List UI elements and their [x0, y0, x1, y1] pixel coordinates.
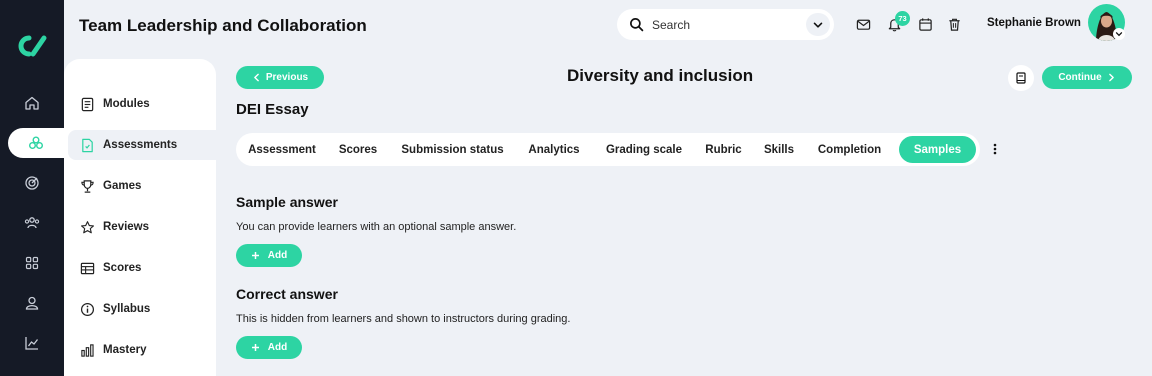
calendar-button[interactable]	[917, 16, 933, 32]
sidebar-item-label: Reviews	[103, 221, 150, 233]
star-icon	[81, 220, 94, 233]
correct-answer-heading: Correct answer	[236, 286, 338, 302]
trophy-icon	[81, 179, 94, 193]
book-icon	[1016, 72, 1026, 84]
tab-grading-scale[interactable]: Grading scale	[598, 136, 690, 163]
previous-button[interactable]: Previous	[236, 66, 324, 89]
assessment-doc-icon	[82, 138, 93, 152]
add-label: Add	[267, 250, 288, 261]
sidebar-item-syllabus[interactable]: Syllabus	[68, 294, 216, 324]
rail-item-learning[interactable]	[8, 128, 64, 158]
user-name[interactable]: Stephanie Brown	[987, 17, 1081, 29]
chevron-down-icon	[1115, 32, 1123, 37]
sample-answer-heading: Sample answer	[236, 194, 338, 210]
rail-item-home[interactable]	[0, 88, 64, 118]
people-icon	[24, 217, 40, 229]
notification-count-badge: 73	[895, 11, 910, 26]
tab-samples[interactable]: Samples	[899, 136, 976, 163]
rail-item-apps[interactable]	[0, 248, 64, 278]
sidebar-item-label: Modules	[103, 98, 150, 110]
search-icon	[630, 18, 644, 32]
sidebar-item-label: Syllabus	[103, 303, 151, 315]
tab-rubric[interactable]: Rubric	[701, 136, 746, 163]
resource-button[interactable]	[1008, 65, 1034, 91]
sidebar-item-label: Games	[103, 180, 142, 192]
learning-hub-icon	[29, 136, 43, 149]
modules-icon	[81, 97, 94, 111]
search-input[interactable]	[652, 17, 792, 32]
tab-analytics[interactable]: Analytics	[523, 136, 585, 163]
add-label: Add	[267, 342, 288, 353]
logo-icon[interactable]	[12, 32, 52, 60]
user-menu-toggle[interactable]	[1113, 28, 1125, 40]
bar-chart-icon	[81, 343, 94, 357]
search-scope-dropdown[interactable]	[806, 13, 830, 36]
sidebar-item-assessments[interactable]: Assessments	[68, 130, 216, 160]
correct-answer-description: This is hidden from learners and shown t…	[236, 313, 571, 325]
more-vertical-icon	[993, 143, 997, 155]
mail-icon	[856, 19, 870, 30]
sidebar-item-reviews[interactable]: Reviews	[68, 212, 216, 242]
chevron-left-icon	[254, 73, 259, 82]
add-correct-answer-button[interactable]: Add	[236, 336, 302, 359]
continue-button[interactable]: Continue	[1042, 66, 1132, 89]
rail-item-goals[interactable]	[0, 168, 64, 198]
tab-scores[interactable]: Scores	[333, 136, 383, 163]
chevron-right-icon	[1108, 73, 1114, 82]
tab-submission-status[interactable]: Submission status	[394, 136, 511, 163]
sidebar-item-modules[interactable]: Modules	[68, 89, 216, 119]
rail-item-profile[interactable]	[0, 288, 64, 318]
sidebar-item-label: Mastery	[103, 344, 147, 356]
more-tabs-button[interactable]	[988, 140, 1002, 158]
previous-label: Previous	[265, 72, 309, 83]
assessment-title: DEI Essay	[236, 101, 309, 118]
assessment-tabs: Assessment Scores Submission status Anal…	[236, 133, 980, 166]
plus-icon	[251, 252, 259, 259]
page-title: Diversity and inclusion	[567, 66, 754, 85]
table-icon	[80, 262, 95, 274]
sample-answer-description: You can provide learners with an optiona…	[236, 221, 517, 233]
course-sidebar: Modules Assessments Games Reviews Scores…	[64, 59, 216, 376]
messages-button[interactable]	[855, 16, 871, 32]
target-icon	[25, 176, 39, 190]
course-title: Team Leadership and Collaboration	[79, 16, 367, 35]
search-bar[interactable]	[617, 9, 834, 40]
sidebar-item-label: Assessments	[103, 139, 178, 151]
continue-label: Continue	[1058, 72, 1102, 83]
sidebar-item-games[interactable]: Games	[68, 171, 216, 201]
add-sample-answer-button[interactable]: Add	[236, 244, 302, 267]
rail-item-analytics[interactable]	[0, 328, 64, 358]
plus-icon	[251, 344, 259, 351]
home-icon	[25, 96, 39, 110]
trash-icon	[948, 18, 960, 31]
tab-assessment[interactable]: Assessment	[240, 136, 324, 163]
tab-skills[interactable]: Skills	[760, 136, 798, 163]
sidebar-item-scores[interactable]: Scores	[68, 253, 216, 283]
rail-item-people[interactable]	[0, 208, 64, 238]
icon-rail	[0, 0, 64, 376]
user-icon	[25, 296, 39, 310]
info-icon	[80, 302, 95, 316]
chevron-down-icon	[813, 22, 823, 28]
trash-button[interactable]	[946, 16, 962, 32]
analytics-icon	[25, 337, 39, 350]
sidebar-item-label: Scores	[103, 262, 142, 274]
apps-grid-icon	[25, 256, 39, 270]
sidebar-item-mastery[interactable]: Mastery	[68, 335, 216, 365]
calendar-icon	[918, 17, 932, 31]
tab-completion[interactable]: Completion	[811, 136, 888, 163]
